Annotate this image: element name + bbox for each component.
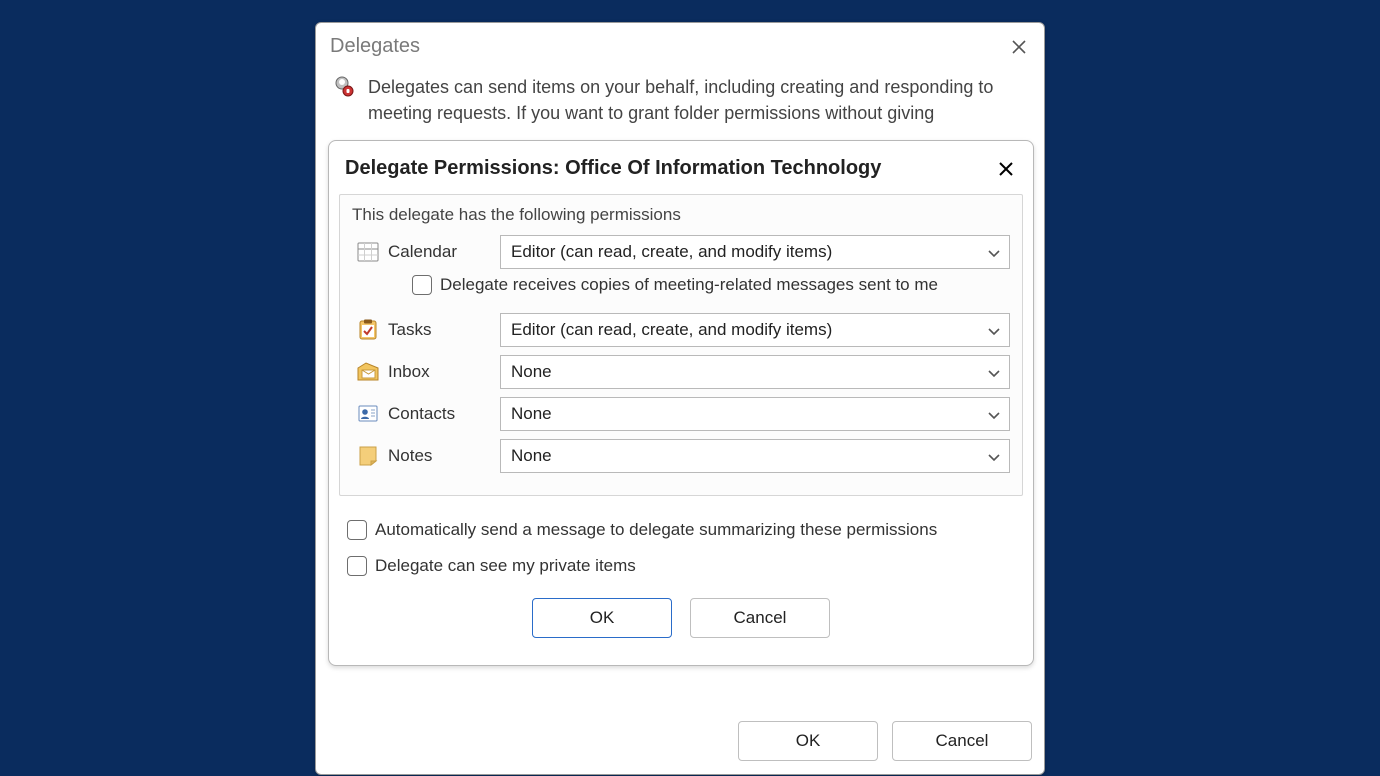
meeting-copies-checkbox-row[interactable]: Delegate receives copies of meeting-rela…: [412, 275, 1010, 295]
checkbox-icon: [347, 556, 367, 576]
cancel-button-label: Cancel: [734, 608, 787, 628]
inbox-label: Inbox: [388, 362, 498, 382]
cancel-button[interactable]: Cancel: [892, 721, 1032, 761]
chevron-down-icon: [987, 449, 1001, 463]
contacts-label: Contacts: [388, 404, 498, 424]
ok-button[interactable]: OK: [738, 721, 878, 761]
close-icon[interactable]: [1008, 36, 1030, 58]
delegates-body: Delegates can send items on your behalf,…: [316, 68, 1044, 126]
contacts-permission-value: None: [511, 404, 552, 424]
delegate-permissions-buttons: OK Cancel: [329, 598, 1033, 638]
checkbox-icon: [347, 520, 367, 540]
see-private-label: Delegate can see my private items: [375, 556, 636, 576]
see-private-checkbox-row[interactable]: Delegate can see my private items: [347, 556, 1015, 576]
inbox-permission-value: None: [511, 362, 552, 382]
delegates-dialog: Delegates Delegates can send items on yo…: [315, 22, 1045, 775]
notes-icon: [356, 444, 380, 468]
chevron-down-icon: [987, 407, 1001, 421]
delegate-user-icon: [330, 74, 354, 98]
permission-row-calendar: Calendar Editor (can read, create, and m…: [352, 235, 1010, 269]
tasks-icon: [356, 318, 380, 342]
delegate-permissions-dialog: Delegate Permissions: Office Of Informat…: [328, 140, 1034, 666]
additional-options: Automatically send a message to delegate…: [347, 510, 1015, 576]
cancel-button-label: Cancel: [936, 731, 989, 751]
ok-button[interactable]: OK: [532, 598, 672, 638]
calendar-permission-value: Editor (can read, create, and modify ite…: [511, 242, 832, 262]
permissions-heading: This delegate has the following permissi…: [352, 205, 1010, 225]
calendar-icon: [356, 240, 380, 264]
cancel-button[interactable]: Cancel: [690, 598, 830, 638]
delegates-titlebar: Delegates: [316, 23, 1044, 68]
ok-button-label: OK: [796, 731, 821, 751]
close-icon[interactable]: [995, 158, 1017, 180]
calendar-label: Calendar: [388, 242, 498, 262]
chevron-down-icon: [987, 245, 1001, 259]
permissions-group: This delegate has the following permissi…: [339, 194, 1023, 496]
ok-button-label: OK: [590, 608, 615, 628]
chevron-down-icon: [987, 365, 1001, 379]
auto-send-summary-checkbox-row[interactable]: Automatically send a message to delegate…: [347, 520, 1015, 540]
tasks-permission-value: Editor (can read, create, and modify ite…: [511, 320, 832, 340]
contacts-permission-select[interactable]: None: [500, 397, 1010, 431]
delegate-permissions-title: Delegate Permissions: Office Of Informat…: [345, 157, 881, 180]
contacts-icon: [356, 402, 380, 426]
permission-row-notes: Notes None: [352, 439, 1010, 473]
notes-label: Notes: [388, 446, 498, 466]
delegates-buttons: OK Cancel: [738, 721, 1032, 761]
inbox-icon: [356, 360, 380, 384]
tasks-permission-select[interactable]: Editor (can read, create, and modify ite…: [500, 313, 1010, 347]
meeting-copies-label: Delegate receives copies of meeting-rela…: [440, 275, 938, 295]
auto-send-summary-label: Automatically send a message to delegate…: [375, 520, 937, 540]
delegate-permissions-titlebar: Delegate Permissions: Office Of Informat…: [329, 141, 1033, 194]
chevron-down-icon: [987, 323, 1001, 337]
inbox-permission-select[interactable]: None: [500, 355, 1010, 389]
delegates-title: Delegates: [330, 35, 420, 58]
permission-row-inbox: Inbox None: [352, 355, 1010, 389]
notes-permission-select[interactable]: None: [500, 439, 1010, 473]
permission-row-contacts: Contacts None: [352, 397, 1010, 431]
notes-permission-value: None: [511, 446, 552, 466]
calendar-permission-select[interactable]: Editor (can read, create, and modify ite…: [500, 235, 1010, 269]
delegates-description: Delegates can send items on your behalf,…: [368, 74, 1030, 126]
permission-row-tasks: Tasks Editor (can read, create, and modi…: [352, 313, 1010, 347]
checkbox-icon: [412, 275, 432, 295]
tasks-label: Tasks: [388, 320, 498, 340]
